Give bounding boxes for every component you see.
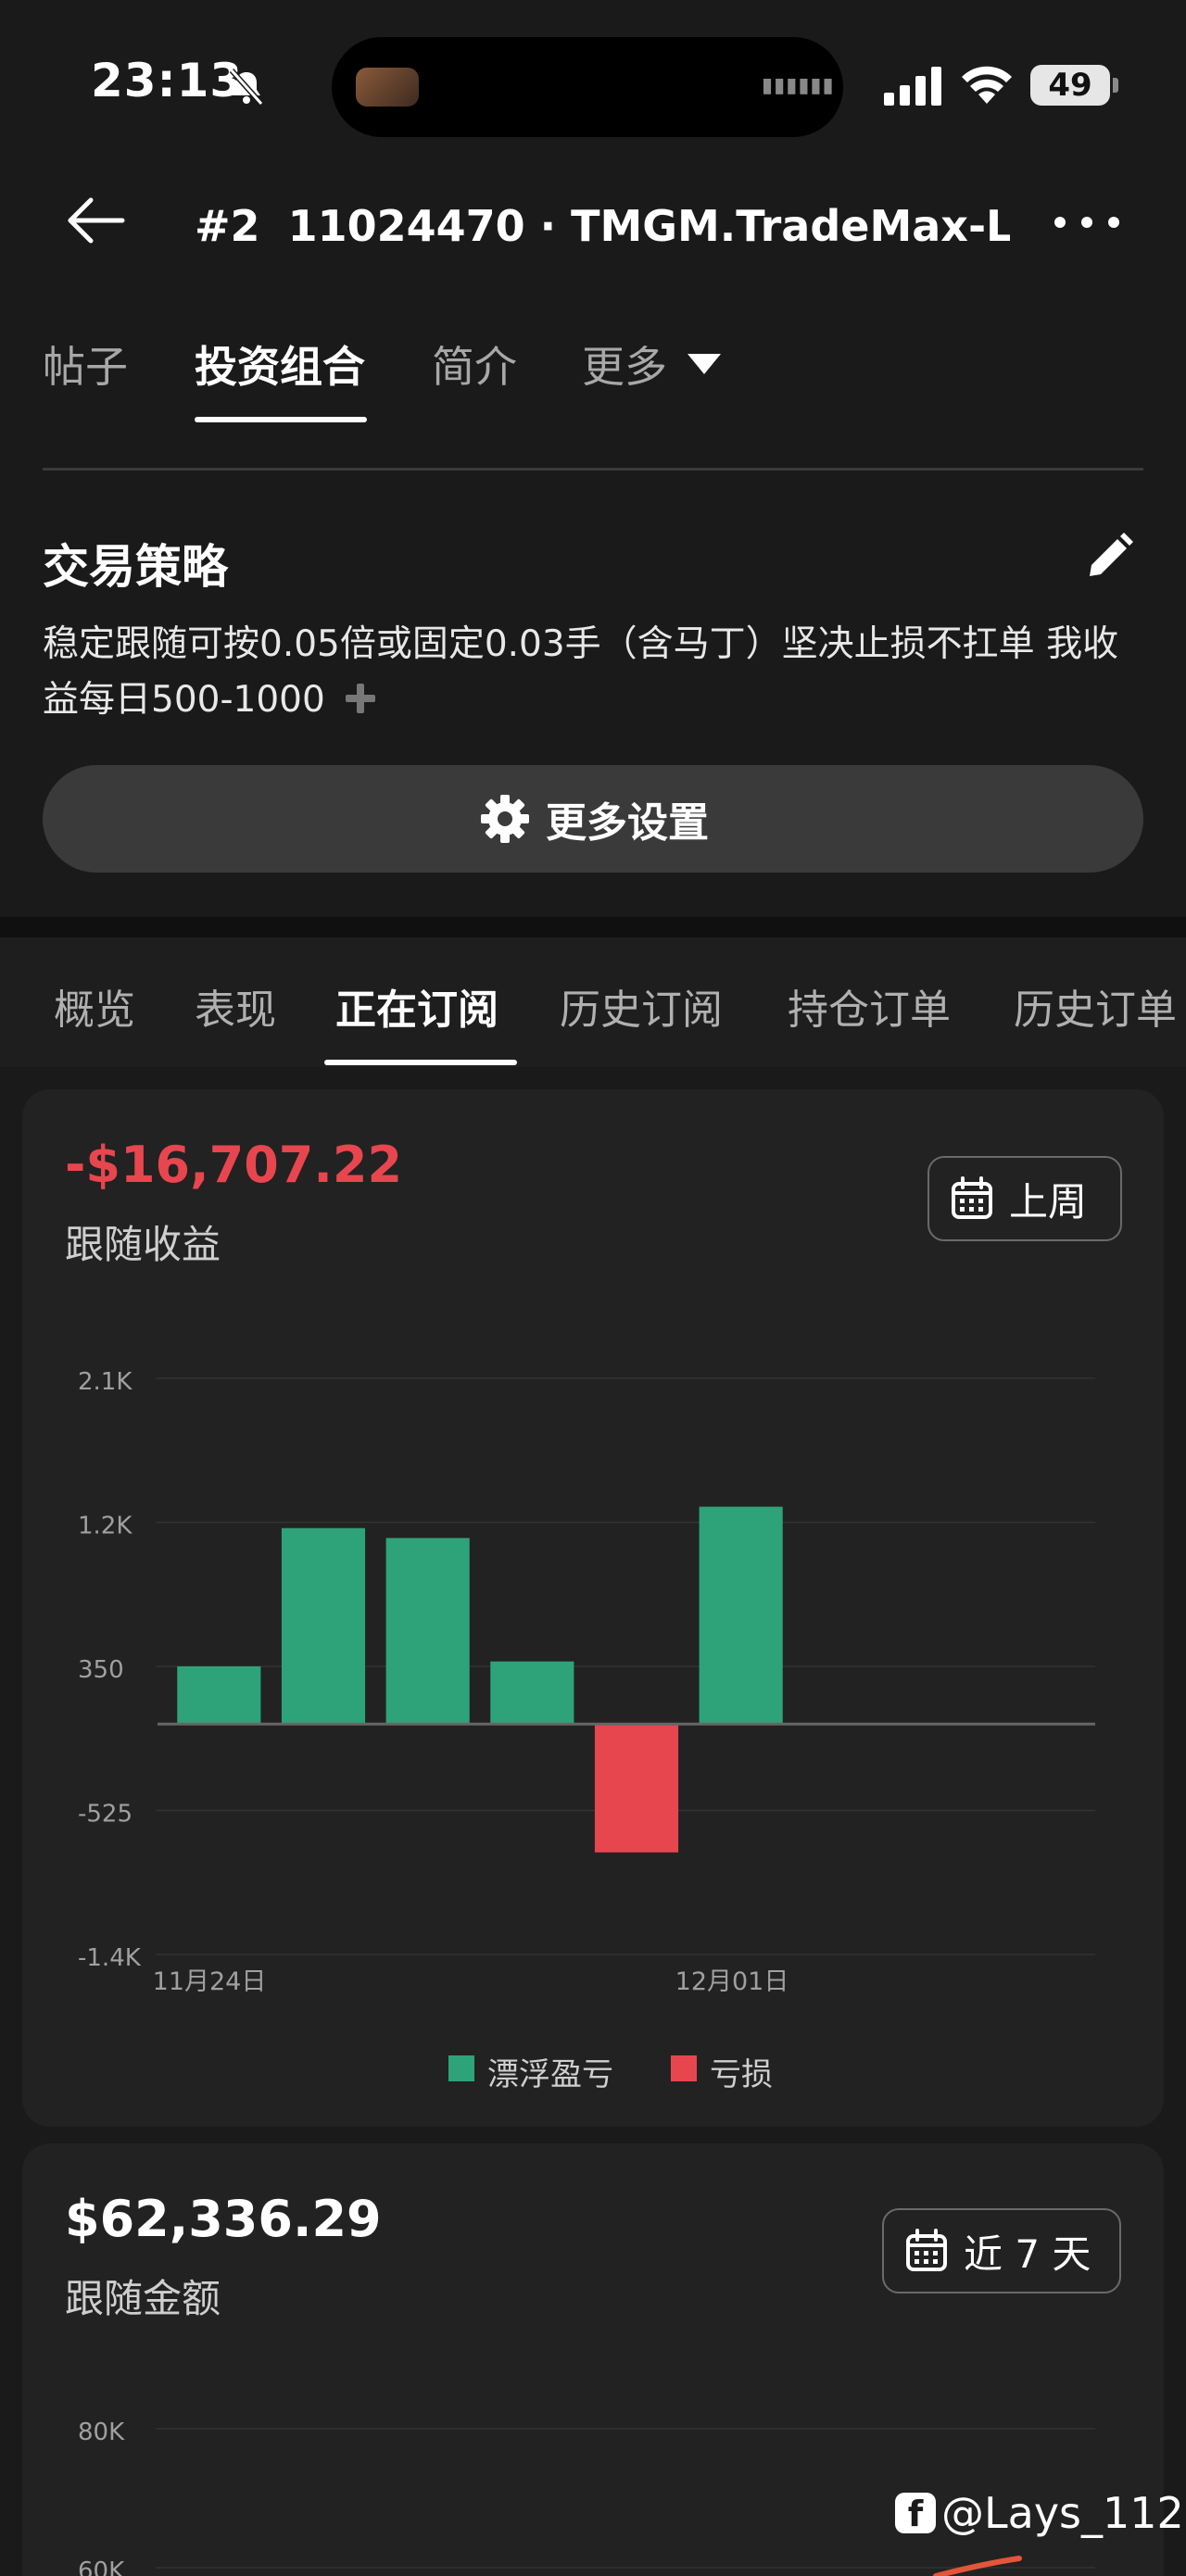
- amount-period-label: 近 7 天: [964, 2230, 1091, 2277]
- profit-bar-chart: 2.1K 1.2K 350 -525 -1.4K 11月24日 12月01日: [78, 1368, 1095, 1996]
- legend-label-floating: 漂浮盈亏: [487, 2056, 613, 2093]
- divider: [43, 468, 1143, 471]
- period-label: 上周: [1009, 1178, 1088, 1225]
- watermark-text: @Lays_1120: [941, 2488, 1186, 2538]
- x-tick-label: 12月01日: [675, 1967, 789, 1996]
- chart-bar: [385, 1538, 470, 1725]
- calendar-icon: [906, 2229, 947, 2271]
- plus-icon[interactable]: [342, 680, 379, 717]
- rank-badge: #2: [195, 201, 260, 251]
- section-separator: [0, 917, 1186, 937]
- edit-pencil-icon[interactable]: [1082, 532, 1134, 584]
- now-playing-thumbnail[interactable]: [356, 68, 419, 107]
- y-tick-label: 1.2K: [78, 1513, 132, 1540]
- strategy-description: 稳定跟随可按0.05倍或固定0.03手（含马丁）坚决止损不扛单 我收益每日500…: [43, 617, 1154, 728]
- tab-more[interactable]: 更多: [582, 333, 667, 395]
- legend-swatch-loss: [671, 2055, 697, 2081]
- y-tick-label: -525: [78, 1801, 132, 1828]
- follow-amount-label: 跟随金额: [65, 2276, 221, 2321]
- more-options-icon[interactable]: [1054, 206, 1119, 239]
- audio-wave-icon: ▮▮▮▮▮▮: [762, 74, 835, 97]
- tab-order-history[interactable]: 历史订单: [1014, 976, 1177, 1036]
- calendar-icon: [952, 1176, 992, 1219]
- follow-amount: $62,336.29: [65, 2190, 382, 2248]
- back-arrow-icon[interactable]: [67, 195, 126, 246]
- page-title: #2 11024470 · TMGM.TradeMax-Li...: [195, 198, 1010, 254]
- tab-open-positions[interactable]: 持仓订单: [788, 976, 951, 1036]
- battery-indicator: 49: [1030, 65, 1110, 106]
- tab-posts[interactable]: 帖子: [43, 333, 128, 395]
- chart-bar: [594, 1724, 679, 1853]
- amount-period-selector-button[interactable]: 近 7 天: [882, 2208, 1121, 2293]
- strategy-text: 稳定跟随可按0.05倍或固定0.03手（含马丁）坚决止损不扛单 我收益每日500…: [43, 623, 1119, 721]
- legend-swatch-floating: [448, 2055, 474, 2081]
- y-tick-label: 60K: [78, 2557, 125, 2576]
- tab-subscribing[interactable]: 正在订阅: [335, 976, 498, 1036]
- y-tick-label: -1.4K: [78, 1944, 142, 1972]
- y-tick-label: 350: [78, 1656, 124, 1684]
- tab-overview[interactable]: 概览: [54, 976, 135, 1036]
- more-settings-label: 更多设置: [546, 799, 709, 847]
- active-tab-indicator: [195, 417, 367, 422]
- x-tick-label: 11月24日: [153, 1967, 267, 1996]
- legend-label-loss: 亏损: [710, 2056, 773, 2093]
- period-selector-button[interactable]: 上周: [927, 1156, 1122, 1241]
- chart-bar: [281, 1527, 366, 1725]
- more-settings-button[interactable]: 更多设置: [43, 765, 1143, 873]
- tab-subscription-history[interactable]: 历史订阅: [560, 976, 723, 1036]
- profit-amount: -$16,707.22: [65, 1136, 403, 1194]
- tab-performance[interactable]: 表现: [195, 976, 276, 1036]
- active-subtab-indicator: [324, 1060, 517, 1065]
- y-tick-label: 2.1K: [78, 1368, 132, 1396]
- profit-label: 跟随收益: [65, 1222, 221, 1267]
- chart-bar: [490, 1661, 574, 1725]
- wifi-icon: [962, 66, 1012, 104]
- y-tick-label: 80K: [78, 2419, 125, 2446]
- gear-icon: [481, 795, 529, 843]
- tab-profile[interactable]: 简介: [432, 333, 517, 395]
- chart-bar: [699, 1506, 783, 1725]
- account-title: 11024470 · TMGM.TradeMax-Li...: [287, 201, 1010, 251]
- facebook-icon: f: [895, 2493, 936, 2534]
- status-time: 23:13: [91, 54, 244, 107]
- chevron-down-icon[interactable]: [686, 350, 723, 376]
- cellular-signal-icon: [884, 67, 941, 106]
- bell-mute-icon: [229, 69, 264, 106]
- strategy-title: 交易策略: [43, 540, 228, 594]
- battery-tip: [1113, 78, 1118, 93]
- tab-portfolio[interactable]: 投资组合: [195, 333, 365, 395]
- watermark: f @Lays_1120: [895, 2488, 1186, 2538]
- chart-bar: [177, 1666, 261, 1725]
